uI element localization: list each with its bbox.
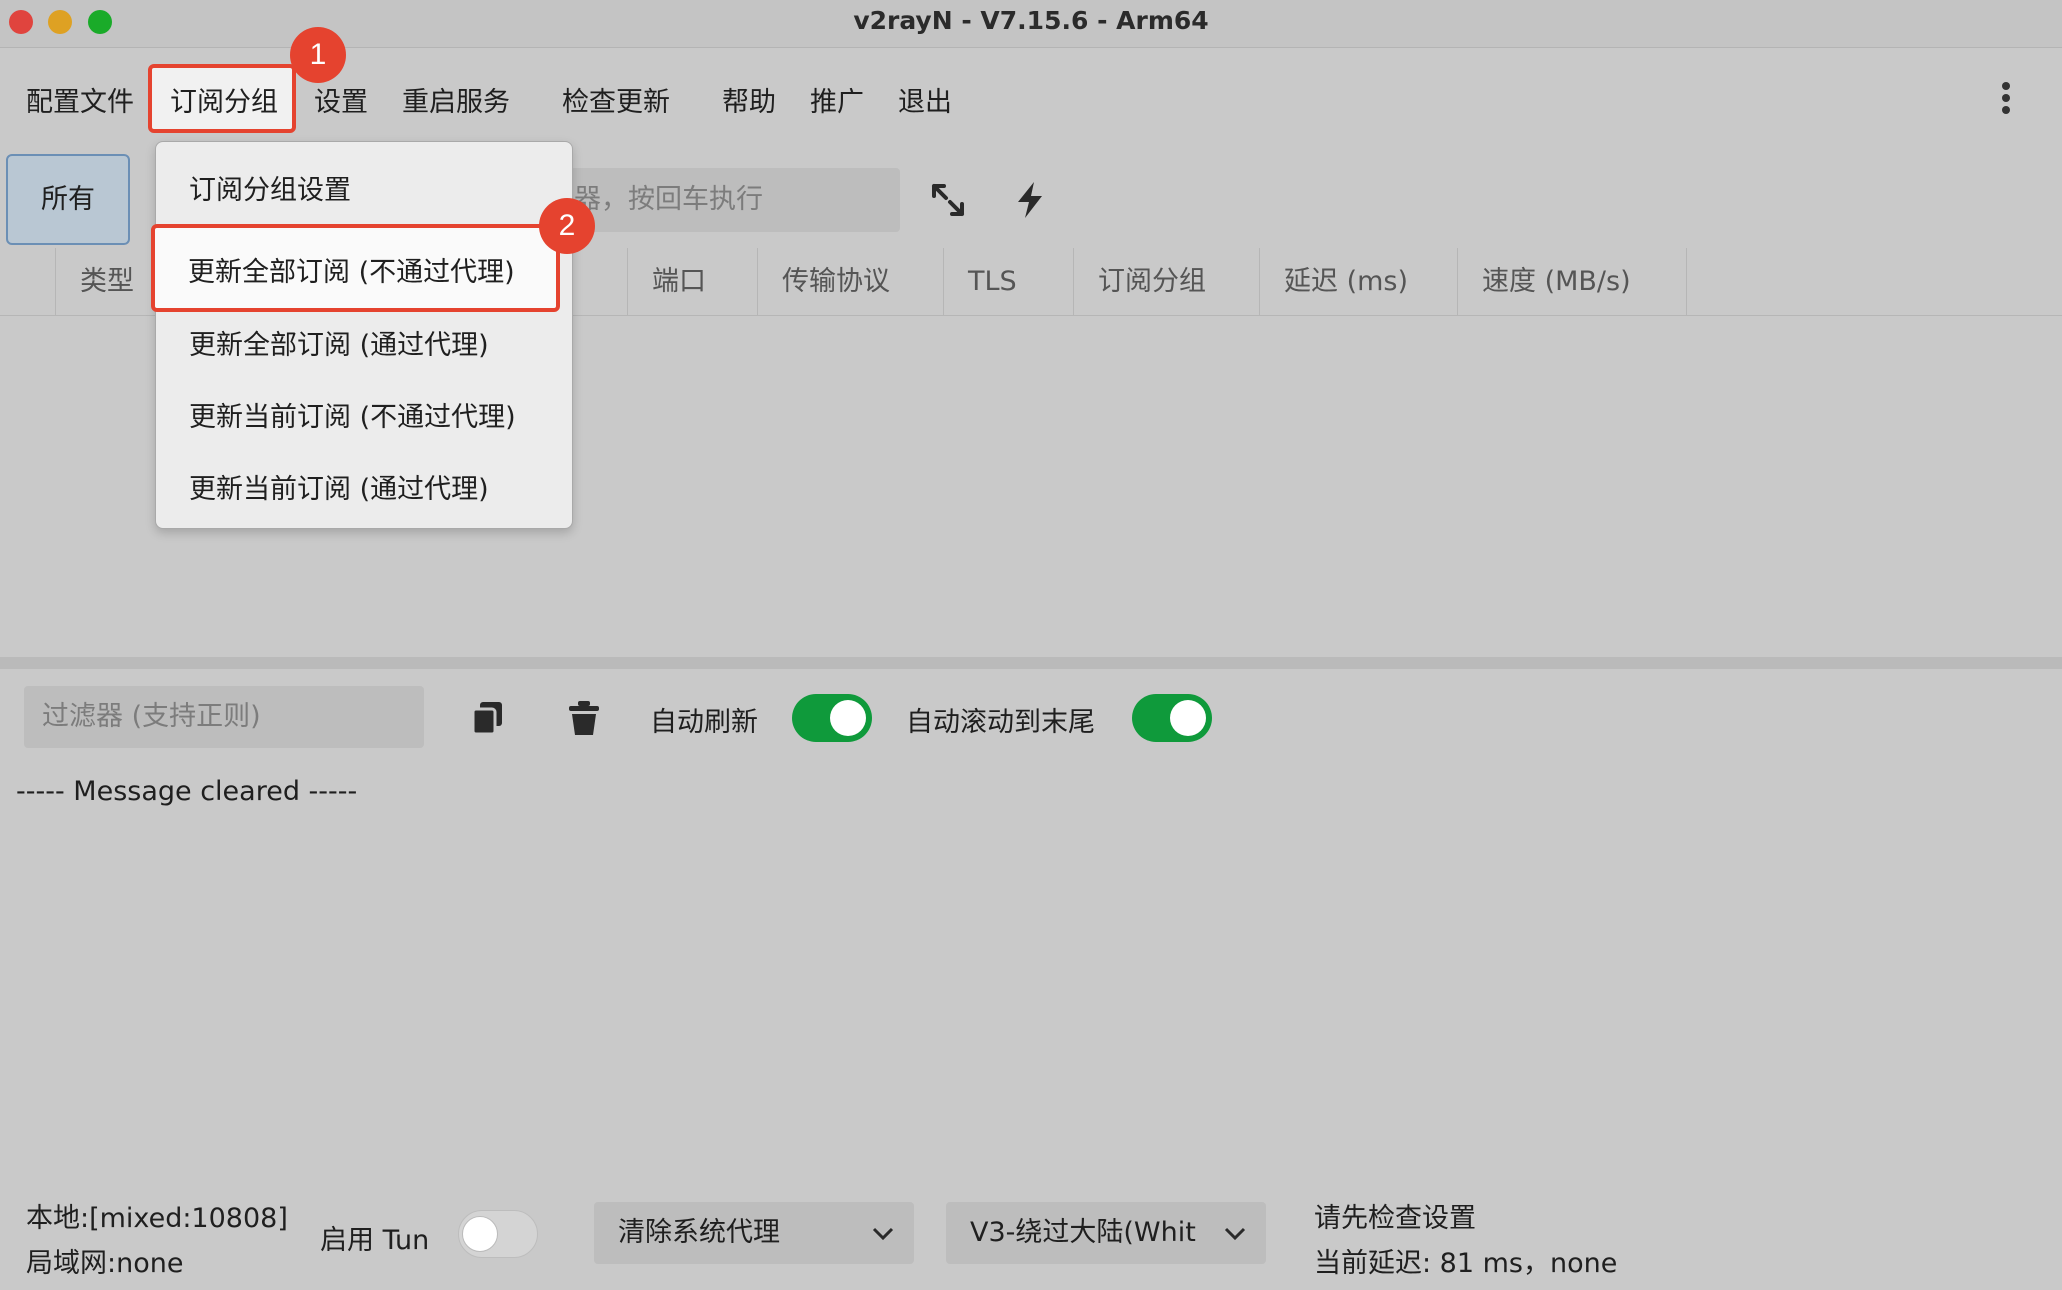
tun-toggle[interactable] (458, 1210, 538, 1258)
column-latency[interactable]: 延迟 (ms) (1259, 248, 1457, 316)
tun-label: 启用 Tun (320, 1225, 430, 1256)
subscription-group-dropdown: 订阅分组设置 更新全部订阅 (通过代理) 更新当前订阅 (不通过代理) 更新当前… (155, 141, 573, 529)
menu-item-update-current-no-proxy[interactable]: 更新当前订阅 (不通过代理) (189, 395, 516, 434)
auto-scroll-toggle[interactable] (1132, 694, 1212, 742)
routing-select[interactable]: V3-绕过大陆(Whit (946, 1202, 1266, 1264)
chevron-down-icon (872, 1227, 894, 1241)
column-type[interactable]: 类型 (55, 248, 155, 316)
step-badge-2: 2 (539, 198, 595, 254)
toggle-knob (1170, 700, 1206, 736)
chevron-down-icon (1224, 1227, 1246, 1241)
column-tls[interactable]: TLS (943, 248, 1073, 316)
log-filter-input[interactable]: 过滤器 (支持正则) (24, 686, 424, 748)
current-latency: 当前延迟: 81 ms，none (1314, 1248, 1618, 1279)
system-proxy-select[interactable]: 清除系统代理 (594, 1202, 914, 1264)
toggle-knob (462, 1216, 498, 1252)
log-message: ----- Message cleared ----- (16, 776, 358, 807)
trash-icon[interactable] (566, 698, 602, 738)
auto-refresh-label: 自动刷新 (650, 707, 758, 738)
expand-icon[interactable] (928, 178, 968, 222)
menu-settings[interactable]: 设置 (314, 80, 368, 119)
more-options-icon[interactable] (1996, 82, 2016, 118)
menu-subscription-group[interactable]: 订阅分组 (170, 80, 278, 119)
auto-refresh-toggle[interactable] (792, 694, 872, 742)
column-transport[interactable]: 传输协议 (757, 248, 943, 316)
menu-config-file[interactable]: 配置文件 (26, 80, 134, 119)
menu-item-update-current-with-proxy[interactable]: 更新当前订阅 (通过代理) (189, 467, 489, 506)
settings-notice: 请先检查设置 (1314, 1203, 1476, 1234)
app-window: v2rayN - V7.15.6 - Arm64 配置文件 订阅分组 设置 重启… (0, 0, 2062, 1290)
menu-check-update[interactable]: 检查更新 (562, 80, 670, 119)
menu-item-subscription-settings[interactable]: 订阅分组设置 (189, 168, 351, 207)
menu-help[interactable]: 帮助 (722, 80, 776, 119)
panel-splitter[interactable] (0, 657, 2062, 669)
menu-item-update-all-no-proxy-highlight[interactable]: 更新全部订阅 (不通过代理) (151, 224, 560, 312)
system-proxy-value: 清除系统代理 (618, 1217, 780, 1248)
menu-item-update-all-no-proxy[interactable]: 更新全部订阅 (不通过代理) (188, 250, 515, 289)
server-filter-input[interactable]: 器，按回车执行 (570, 168, 900, 232)
routing-value: V3-绕过大陆(Whit (970, 1217, 1196, 1248)
group-all-button[interactable]: 所有 (6, 154, 130, 245)
menu-restart-service[interactable]: 重启服务 (402, 80, 510, 119)
menu-item-update-all-with-proxy[interactable]: 更新全部订阅 (通过代理) (189, 323, 489, 362)
menu-promotion[interactable]: 推广 (810, 80, 864, 119)
copy-icon[interactable] (470, 698, 506, 738)
step-badge-1: 1 (290, 27, 346, 83)
column-speed[interactable]: 速度 (MB/s) (1457, 248, 1687, 316)
column-subscription-group[interactable]: 订阅分组 (1073, 248, 1259, 316)
auto-scroll-label: 自动滚动到末尾 (906, 707, 1095, 738)
menu-exit[interactable]: 退出 (898, 80, 952, 119)
toggle-knob (830, 700, 866, 736)
local-port-status: 本地:[mixed:10808] (26, 1203, 288, 1234)
lightning-icon[interactable] (1010, 178, 1050, 222)
column-port[interactable]: 端口 (627, 248, 757, 316)
lan-status: 局域网:none (26, 1248, 184, 1279)
